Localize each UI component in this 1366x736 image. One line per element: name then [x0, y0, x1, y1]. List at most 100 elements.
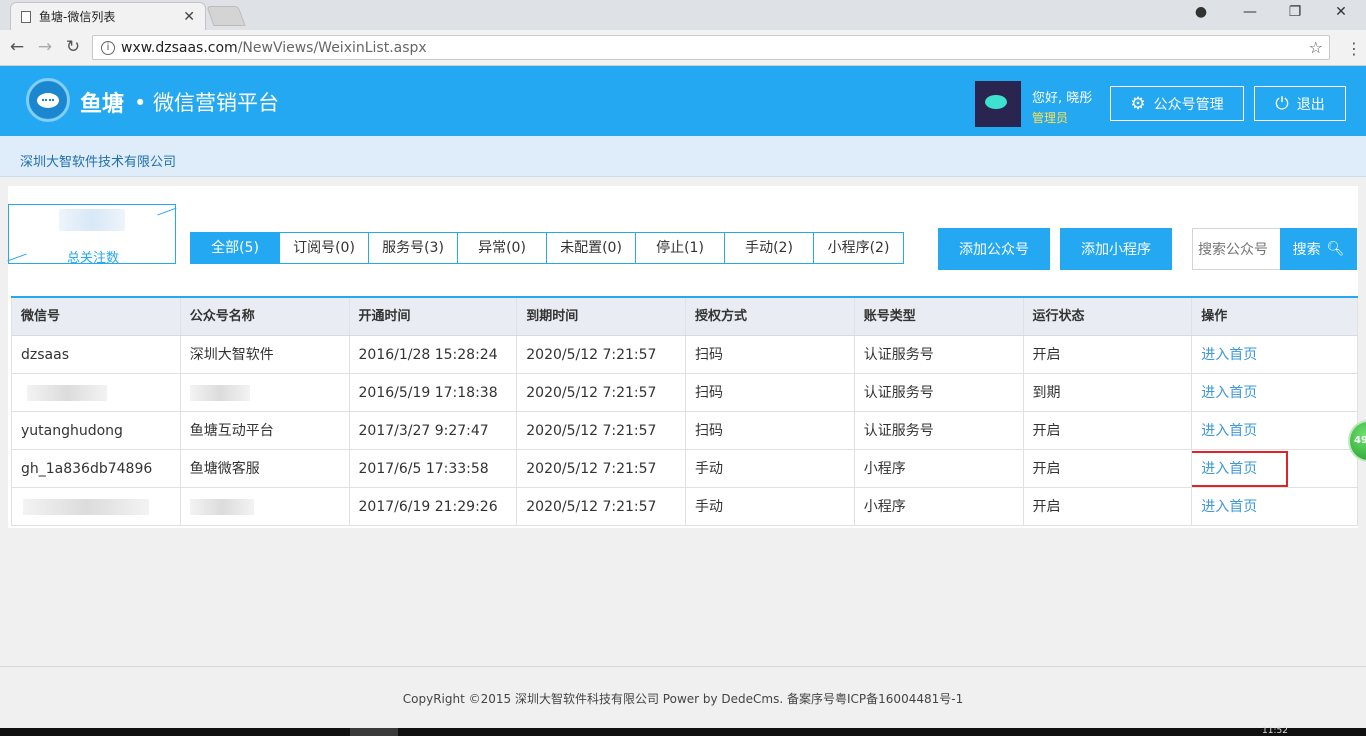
- cell-status: 开启: [1024, 336, 1193, 373]
- table-row: yutanghudong 鱼塘互动平台 2017/3/27 9:27:47 20…: [11, 412, 1358, 450]
- browser-tab-bar: 鱼塘-微信列表 ✕ ● — ❐ ✕: [0, 0, 1366, 30]
- col-header-open-time: 开通时间: [350, 298, 518, 335]
- cell-open-time: 2017/6/5 17:33:58: [350, 450, 518, 487]
- reload-icon[interactable]: ↻: [62, 37, 84, 57]
- gear-icon: ⚙: [1130, 93, 1146, 114]
- table-row: dzsaas 深圳大智软件 2016/1/28 15:28:24 2020/5/…: [11, 336, 1358, 374]
- filter-tab-all[interactable]: 全部(5): [191, 233, 280, 263]
- enter-home-link[interactable]: 进入首页: [1201, 499, 1257, 515]
- cell-auth-method: 扫码: [686, 336, 855, 373]
- enter-home-link[interactable]: 进入首页: [1201, 423, 1257, 439]
- table-row: 2016/5/19 17:18:38 2020/5/12 7:21:57 扫码 …: [11, 374, 1358, 412]
- brand-name: 鱼塘: [80, 92, 125, 117]
- cell-wechat-id: gh_1a836db74896: [12, 450, 181, 487]
- url-input[interactable]: i wxw.dzsaas.com/NewViews/WeixinList.asp…: [92, 35, 1330, 60]
- cell-status: 开启: [1024, 412, 1193, 449]
- search-input[interactable]: [1192, 228, 1281, 270]
- filter-tab-stopped[interactable]: 停止(1): [636, 233, 725, 263]
- account-manage-label: 公众号管理: [1153, 96, 1224, 113]
- bookmark-star-icon[interactable]: ☆: [1309, 38, 1323, 57]
- maximize-icon[interactable]: ❐: [1281, 4, 1309, 20]
- tab-title: 鱼塘-微信列表: [39, 10, 116, 24]
- user-profile-icon[interactable]: ●: [1187, 4, 1215, 20]
- filter-tab-manual[interactable]: 手动(2): [725, 233, 814, 263]
- filter-tab-abnormal[interactable]: 异常(0): [458, 233, 547, 263]
- cell-status: 开启: [1024, 450, 1193, 487]
- account-manage-button[interactable]: ⚙ 公众号管理: [1110, 86, 1244, 121]
- col-header-actions: 操作: [1192, 298, 1358, 335]
- enter-home-link-highlighted[interactable]: 进入首页: [1192, 451, 1289, 487]
- cell-auth-method: 扫码: [686, 374, 855, 411]
- enter-home-link[interactable]: 进入首页: [1201, 347, 1257, 363]
- follow-count-label: 总关注数: [66, 251, 119, 266]
- taskbar-item[interactable]: [350, 728, 398, 736]
- col-header-expire-time: 到期时间: [517, 298, 686, 335]
- cell-wechat-id: [12, 374, 181, 411]
- blurred-account-name: [189, 499, 254, 515]
- forward-arrow-icon[interactable]: →: [34, 37, 56, 57]
- close-window-icon[interactable]: ✕: [1327, 4, 1355, 20]
- fish-logo-icon: [26, 78, 70, 122]
- os-taskbar: 11:52: [0, 726, 1366, 736]
- cell-auth-method: 扫码: [686, 412, 855, 449]
- search-button[interactable]: 搜索 🔍︎: [1280, 228, 1357, 270]
- app-header: 鱼塘 • 微信营销平台 您好, 晓彤 管理员 ⚙ 公众号管理 ⏻ 退出: [0, 66, 1366, 136]
- cell-open-time: 2016/1/28 15:28:24: [350, 336, 518, 373]
- filter-tab-subscription[interactable]: 订阅号(0): [280, 233, 369, 263]
- filter-tab-unconfigured[interactable]: 未配置(0): [547, 233, 636, 263]
- footer-copyright: CopyRight ©2015 深圳大智软件科技有限公司 Power by De…: [402, 692, 964, 706]
- col-header-status: 运行状态: [1024, 298, 1193, 335]
- back-arrow-icon[interactable]: ←: [6, 37, 28, 57]
- cell-account-type: 认证服务号: [855, 336, 1024, 373]
- url-host: wxw.dzsaas.com: [121, 39, 238, 56]
- cell-open-time: 2017/3/27 9:27:47: [350, 412, 518, 449]
- page-icon: [21, 10, 31, 23]
- brand-subtitle: • 微信营销平台: [134, 91, 280, 115]
- avatar[interactable]: [975, 81, 1021, 127]
- enter-home-link[interactable]: 进入首页: [1201, 385, 1257, 401]
- new-tab-button[interactable]: [206, 6, 246, 26]
- search-label: 搜索: [1292, 242, 1321, 258]
- cell-wechat-id: dzsaas: [12, 336, 181, 373]
- table-row: gh_1a836db74896 鱼塘微客服 2017/6/5 17:33:58 …: [11, 450, 1358, 488]
- cell-account-name: [181, 488, 350, 525]
- cell-account-name: 深圳大智软件: [181, 336, 350, 373]
- cell-status: 到期: [1024, 374, 1193, 411]
- cell-expire-time: 2020/5/12 7:21:57: [517, 336, 686, 373]
- cell-account-name: 鱼塘互动平台: [181, 412, 350, 449]
- main-panel: 总关注数 全部(5) 订阅号(0) 服务号(3) 异常(0) 未配置(0) 停止…: [7, 186, 1358, 528]
- cell-account-type: 小程序: [855, 450, 1024, 487]
- search-icon: 🔍︎: [1326, 241, 1345, 257]
- blurred-wechat-id: [27, 385, 107, 401]
- cell-expire-time: 2020/5/12 7:21:57: [517, 488, 686, 525]
- minimize-icon[interactable]: —: [1236, 4, 1264, 20]
- browser-menu-icon[interactable]: ⋮: [1346, 39, 1362, 58]
- cell-expire-time: 2020/5/12 7:21:57: [517, 450, 686, 487]
- filter-tab-service[interactable]: 服务号(3): [369, 233, 458, 263]
- logout-button[interactable]: ⏻ 退出: [1254, 86, 1346, 121]
- greeting-text: 您好, 晓彤: [1032, 91, 1093, 106]
- filter-tab-miniapp[interactable]: 小程序(2): [814, 233, 903, 263]
- account-table: 微信号 公众号名称 开通时间 到期时间 授权方式 账号类型 运行状态 操作 dz…: [11, 296, 1358, 526]
- filter-tabs: 全部(5) 订阅号(0) 服务号(3) 异常(0) 未配置(0) 停止(1) 手…: [190, 232, 904, 264]
- add-miniapp-button[interactable]: 添加小程序: [1060, 228, 1172, 270]
- cell-wechat-id: yutanghudong: [12, 412, 181, 449]
- power-icon: ⏻: [1275, 93, 1289, 114]
- table-header-row: 微信号 公众号名称 开通时间 到期时间 授权方式 账号类型 运行状态 操作: [11, 298, 1358, 336]
- logout-label: 退出: [1296, 96, 1325, 113]
- blurred-account-name: [189, 385, 250, 401]
- cell-account-name: [181, 374, 350, 411]
- browser-tab[interactable]: 鱼塘-微信列表 ✕: [10, 2, 206, 30]
- cell-account-type: 认证服务号: [855, 374, 1024, 411]
- col-header-wechat-id: 微信号: [12, 298, 181, 335]
- add-account-button[interactable]: 添加公众号: [938, 228, 1050, 270]
- cell-expire-time: 2020/5/12 7:21:57: [517, 374, 686, 411]
- table-row: 2017/6/19 21:29:26 2020/5/12 7:21:57 手动 …: [11, 488, 1358, 526]
- cell-account-type: 认证服务号: [855, 412, 1024, 449]
- url-path: /NewViews/WeixinList.aspx: [237, 39, 427, 56]
- company-name: 深圳大智软件技术有限公司: [20, 155, 177, 170]
- close-tab-icon[interactable]: ✕: [183, 9, 195, 25]
- info-icon[interactable]: i: [101, 40, 115, 55]
- cell-open-time: 2017/6/19 21:29:26: [350, 488, 518, 525]
- taskbar-clock: 11:52: [1262, 726, 1288, 736]
